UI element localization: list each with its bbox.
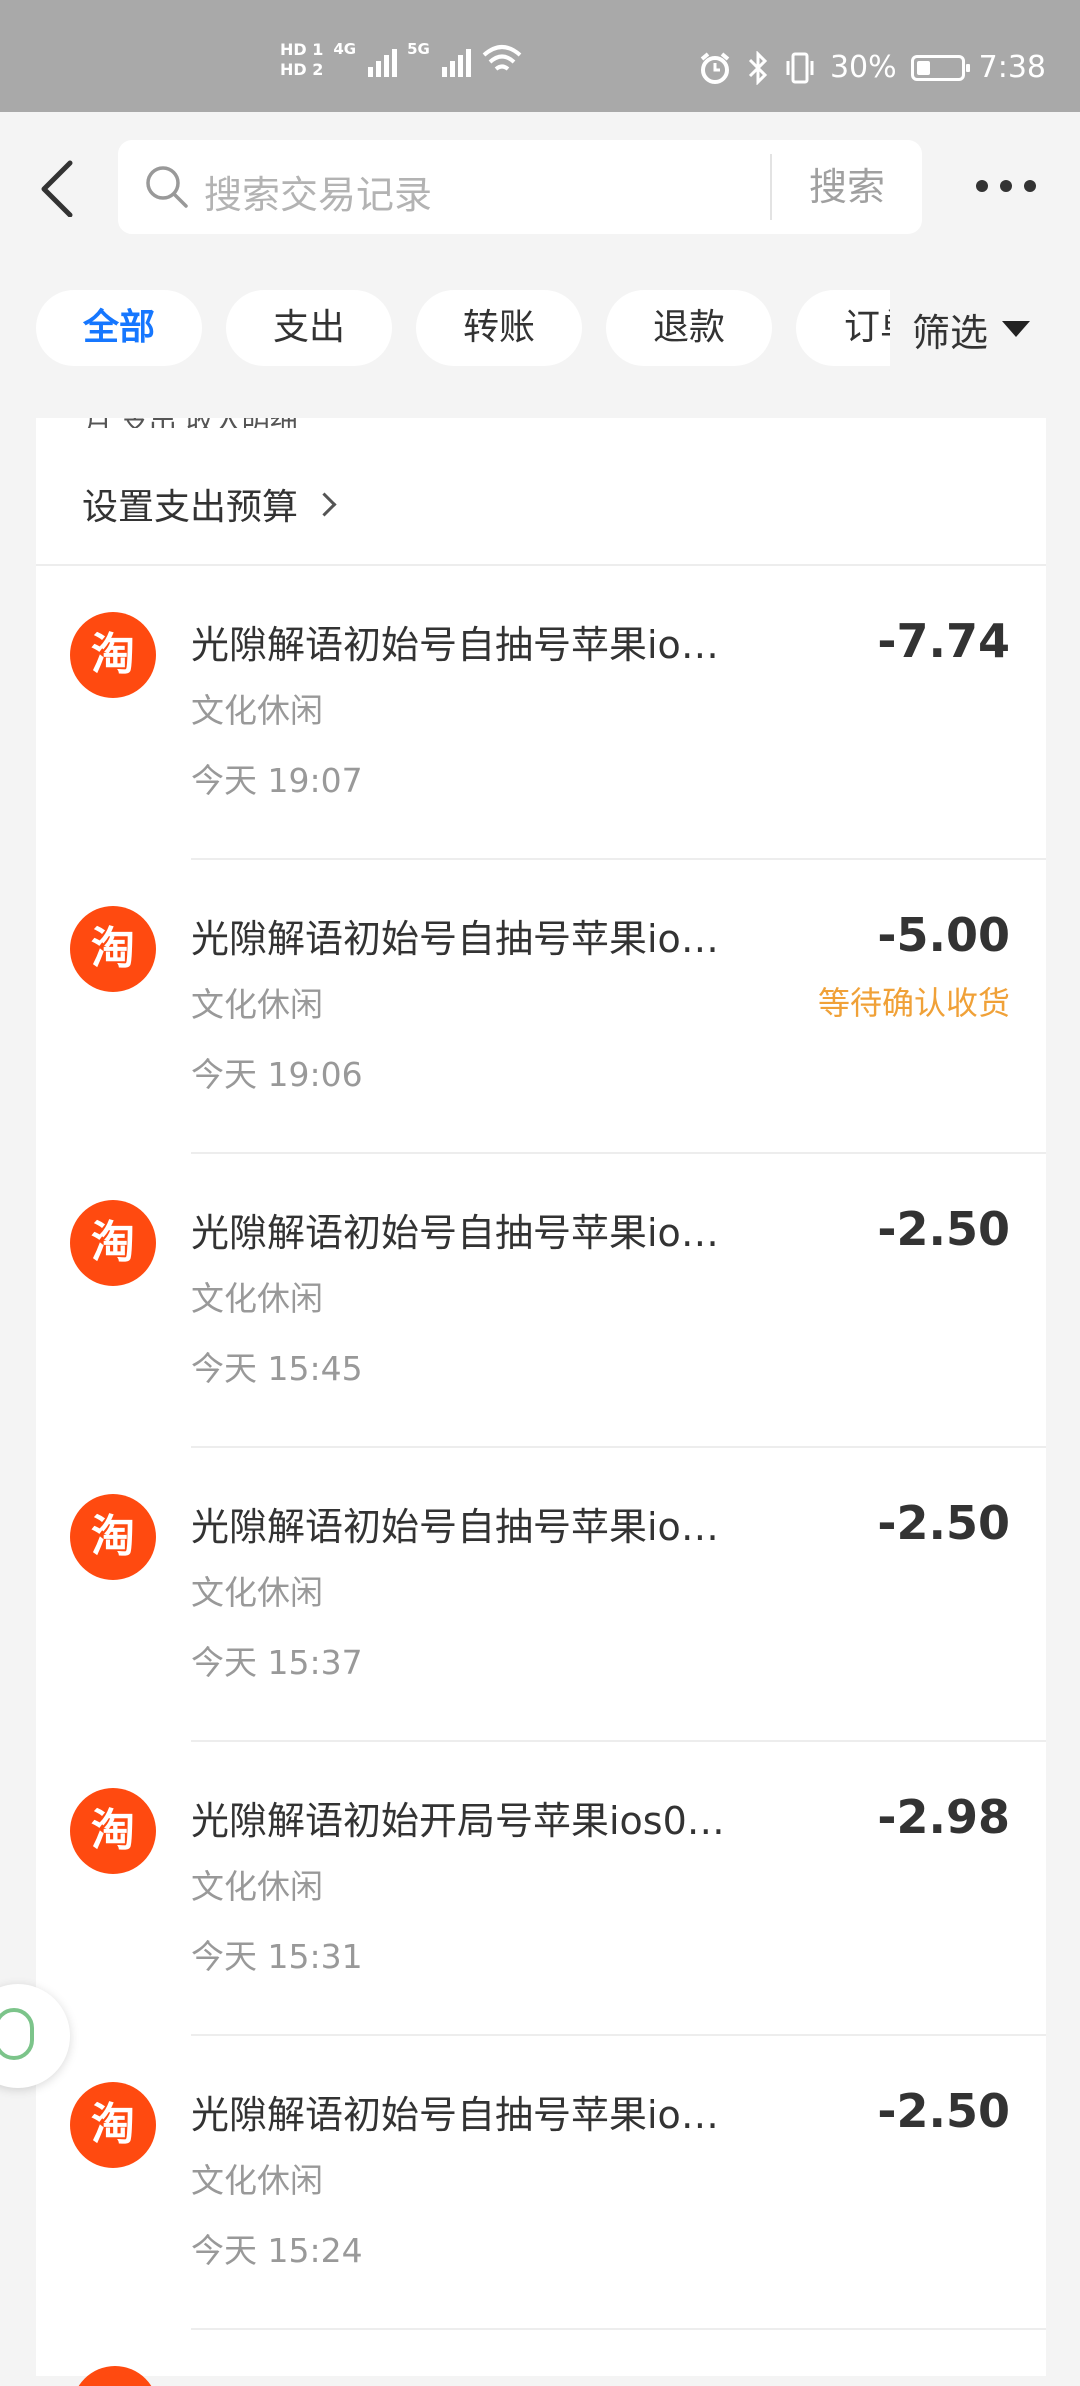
alarm-icon xyxy=(700,51,730,84)
transaction-category: 文化休闲 xyxy=(191,985,323,1024)
transaction-list: 月 支出 收入明细 设置支出预算 淘 光隙解语初始号自抽号苹果ios0安卓… 文… xyxy=(36,418,1046,2376)
transaction-status: 等待确认收货 xyxy=(817,984,1010,1022)
transaction-row[interactable]: 淘 光隙解语初始开局号苹果ios0安卓官… 文化休闲 今天 15:31 -2.9… xyxy=(36,1742,1046,2036)
taobao-logo-icon: 淘 xyxy=(70,1200,156,1286)
transaction-amount: -7.74 xyxy=(877,614,1010,668)
chip-transfer[interactable]: 转账 xyxy=(416,290,582,366)
status-right: 30% 7:38 xyxy=(698,50,1046,85)
clipped-summary: 月 支出 收入明细 xyxy=(84,418,324,428)
more-dots-icon[interactable] xyxy=(976,180,1036,192)
signal-icon-2 xyxy=(441,43,471,77)
filter-button[interactable]: 筛选 xyxy=(890,290,1080,368)
taobao-logo-icon: 淘 xyxy=(70,1494,156,1580)
transaction-category: 文化休闲 xyxy=(191,1573,323,1612)
signal-icon xyxy=(368,43,398,77)
search-bar[interactable]: 搜索交易记录 搜索 xyxy=(118,140,922,234)
taobao-logo-icon: 淘 xyxy=(70,612,156,698)
transaction-name: 光隙解语初始号自抽号苹果ios0安卓… xyxy=(191,1211,731,1255)
clipped-summary-text: 月 支出 收入明细 xyxy=(84,418,324,428)
hd2-label: HD 2 xyxy=(280,60,324,79)
search-input[interactable]: 搜索交易记录 xyxy=(204,164,432,219)
chip-refund[interactable]: 退款 xyxy=(606,290,772,366)
status-bar: HD 1 HD 2 4G 5G 30% 7:38 xyxy=(0,0,1080,112)
transaction-category: 文化休闲 xyxy=(191,691,323,730)
transaction-row[interactable]: 淘 光隙解语初始号自抽号苹果ios0安卓… 文化休闲 今天 15:45 -2.5… xyxy=(36,1154,1046,1448)
transaction-row[interactable]: 淘 光隙解语初始号自抽号苹果ios0安卓… 文化休闲 今天 15:24 -2.5… xyxy=(36,2036,1046,2330)
chip-expense[interactable]: 支出 xyxy=(226,290,392,366)
transaction-category: 文化休闲 xyxy=(191,1279,323,1318)
net1-label: 4G xyxy=(333,40,357,58)
battery-percent: 30% xyxy=(829,50,897,85)
chip-all[interactable]: 全部 xyxy=(36,290,202,366)
transaction-category: 文化休闲 xyxy=(191,1867,323,1906)
transaction-name: 光隙解语初始开局号苹果ios0安卓官… xyxy=(191,1799,731,1843)
transaction-amount: -2.50 xyxy=(877,2084,1010,2138)
hd-indicator: HD 1 HD 2 xyxy=(280,40,323,80)
transaction-time: 今天 19:06 xyxy=(191,1055,363,1094)
bluetooth-icon xyxy=(748,50,768,85)
transaction-row[interactable]: 淘 光隙解语初始号自抽号苹果ios0安卓… 文化休闲 今天 19:07 -7.7… xyxy=(36,566,1046,860)
transaction-time: 今天 15:37 xyxy=(191,1643,363,1682)
clock: 7:38 xyxy=(978,50,1046,85)
wifi-icon xyxy=(482,45,522,71)
taobao-logo-icon: 淘 xyxy=(70,2082,156,2168)
transaction-amount: -2.50 xyxy=(877,1202,1010,1256)
transaction-name: 光隙解语初始号自抽号苹果ios0安卓… xyxy=(191,2093,731,2137)
battery-icon xyxy=(910,54,970,81)
vibrate-icon xyxy=(786,52,814,83)
taobao-logo-icon: 淘 xyxy=(70,906,156,992)
status-left: HD 1 HD 2 4G 5G xyxy=(280,40,523,80)
taobao-logo-icon: 淘 xyxy=(70,1788,156,1874)
header-bar: 搜索交易记录 搜索 xyxy=(0,112,1080,262)
transaction-name: 光隙解语初始号自抽号苹果ios… xyxy=(191,917,731,961)
transaction-time: 今天 19:07 xyxy=(191,761,363,800)
transaction-time: 今天 15:24 xyxy=(191,2231,363,2270)
transaction-name: 光隙解语初始号自抽号苹果ios0安卓… xyxy=(191,1505,731,1549)
assistant-icon xyxy=(0,2008,34,2060)
row-divider xyxy=(191,2328,1046,2330)
transaction-category: 文化休闲 xyxy=(191,2161,323,2200)
search-button[interactable]: 搜索 xyxy=(772,140,922,234)
taobao-logo-icon-partial xyxy=(72,2366,158,2386)
filter-chips: 全部 支出 转账 退款 订单 筛选 xyxy=(0,290,1080,368)
transaction-amount: -2.50 xyxy=(877,1496,1010,1550)
chevron-right-icon xyxy=(312,491,337,517)
hd1-label: HD 1 xyxy=(280,40,324,59)
transaction-time: 今天 15:31 xyxy=(191,1937,363,1976)
filter-label: 筛选 xyxy=(912,310,989,355)
transaction-amount: -2.98 xyxy=(877,1790,1010,1844)
transaction-row[interactable]: 淘 光隙解语初始号自抽号苹果ios0安卓… 文化休闲 今天 15:37 -2.5… xyxy=(36,1448,1046,1742)
transaction-time: 今天 15:45 xyxy=(191,1349,363,1388)
transaction-amount: -5.00 xyxy=(877,908,1010,962)
triangle-down-icon xyxy=(1002,321,1031,337)
net2-label: 5G xyxy=(407,40,430,58)
budget-label: 设置支出预算 xyxy=(82,487,299,528)
search-icon xyxy=(146,166,188,208)
transaction-row[interactable]: 淘 光隙解语初始号自抽号苹果ios… 文化休闲 今天 19:06 -5.00 等… xyxy=(36,860,1046,1154)
transaction-name: 光隙解语初始号自抽号苹果ios0安卓… xyxy=(191,623,731,667)
set-budget-link[interactable]: 设置支出预算 xyxy=(82,478,337,530)
back-button[interactable] xyxy=(30,157,90,217)
